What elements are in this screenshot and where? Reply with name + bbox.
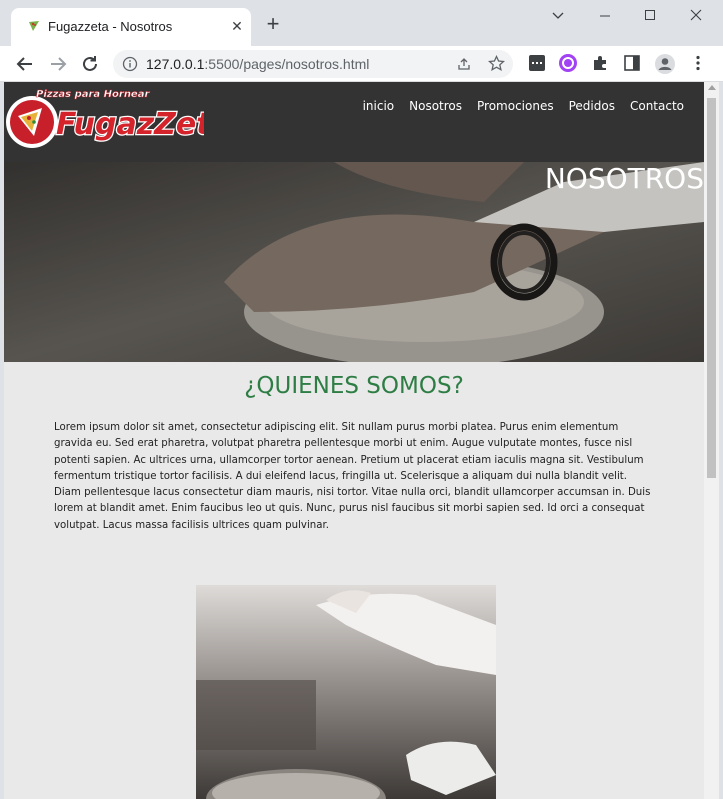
bookmark-star-icon[interactable] bbox=[488, 55, 505, 72]
about-paragraph: Lorem ipsum dolor sit amet, consectetur … bbox=[54, 422, 651, 531]
tab-title: Fugazzeta - Nosotros bbox=[48, 19, 173, 34]
logo-wordmark: FugazZeta bbox=[56, 107, 204, 142]
close-window-icon[interactable] bbox=[686, 8, 706, 28]
extension-icon[interactable] bbox=[527, 53, 549, 75]
section-title: ¿QUIENES SOMOS? bbox=[244, 373, 464, 399]
logo-tagline: Pizzas para Hornear bbox=[36, 89, 150, 100]
extension-purple-icon[interactable] bbox=[558, 53, 580, 75]
browser-window: Fugazzeta - Nosotros ✕ + 127.0.0.1:5500/… bbox=[0, 0, 723, 799]
url-text: 127.0.0.1:5500/pages/nosotros.html bbox=[146, 56, 369, 72]
pizza-favicon-icon bbox=[29, 21, 39, 31]
page-viewport: Pizzas para Hornear FugazZeta inicio Nos… bbox=[4, 82, 704, 799]
menu-pedidos[interactable]: Pedidos bbox=[569, 99, 615, 113]
back-icon[interactable] bbox=[13, 52, 37, 76]
site-header: Pizzas para Hornear FugazZeta inicio Nos… bbox=[4, 82, 704, 162]
hero-banner: NOSOTROS bbox=[4, 162, 704, 362]
site-menu: inicio Nosotros Promociones Pedidos Cont… bbox=[363, 99, 684, 113]
url-path: :5500/pages/nosotros.html bbox=[204, 56, 370, 72]
url-host: 127.0.0.1 bbox=[146, 56, 205, 72]
scroll-up-arrow-icon[interactable] bbox=[708, 85, 716, 90]
menu-dots-icon[interactable] bbox=[688, 53, 710, 75]
forward-icon[interactable] bbox=[46, 52, 70, 76]
share-icon[interactable] bbox=[456, 56, 472, 72]
puzzle-icon[interactable] bbox=[590, 53, 612, 75]
hero-title: NOSOTROS bbox=[544, 162, 704, 195]
side-panel-icon[interactable] bbox=[622, 53, 644, 75]
new-tab-icon[interactable]: + bbox=[263, 13, 283, 35]
menu-nosotros[interactable]: Nosotros bbox=[409, 99, 462, 113]
fugazzeta-logo[interactable]: Pizzas para Hornear FugazZeta bbox=[4, 82, 204, 162]
menu-contacto[interactable]: Contacto bbox=[630, 99, 684, 113]
scroll-thumb[interactable] bbox=[707, 98, 716, 478]
site-info-icon[interactable] bbox=[122, 56, 138, 72]
menu-promociones[interactable]: Promociones bbox=[477, 99, 554, 113]
chef-photo bbox=[196, 585, 496, 799]
minimize-icon[interactable] bbox=[595, 8, 615, 28]
page-scrollbar[interactable] bbox=[704, 82, 719, 799]
tab-close-icon[interactable]: ✕ bbox=[229, 18, 245, 34]
tab-strip: Fugazzeta - Nosotros ✕ + bbox=[0, 0, 723, 46]
maximize-icon[interactable] bbox=[640, 8, 660, 28]
address-bar[interactable]: 127.0.0.1:5500/pages/nosotros.html bbox=[113, 50, 513, 78]
profile-icon[interactable] bbox=[654, 53, 676, 75]
tab-search-chevron-icon[interactable] bbox=[548, 8, 568, 28]
tab-active[interactable]: Fugazzeta - Nosotros ✕ bbox=[11, 8, 251, 46]
browser-toolbar: 127.0.0.1:5500/pages/nosotros.html bbox=[0, 46, 723, 82]
menu-inicio[interactable]: inicio bbox=[363, 99, 395, 113]
reload-icon[interactable] bbox=[78, 52, 102, 76]
